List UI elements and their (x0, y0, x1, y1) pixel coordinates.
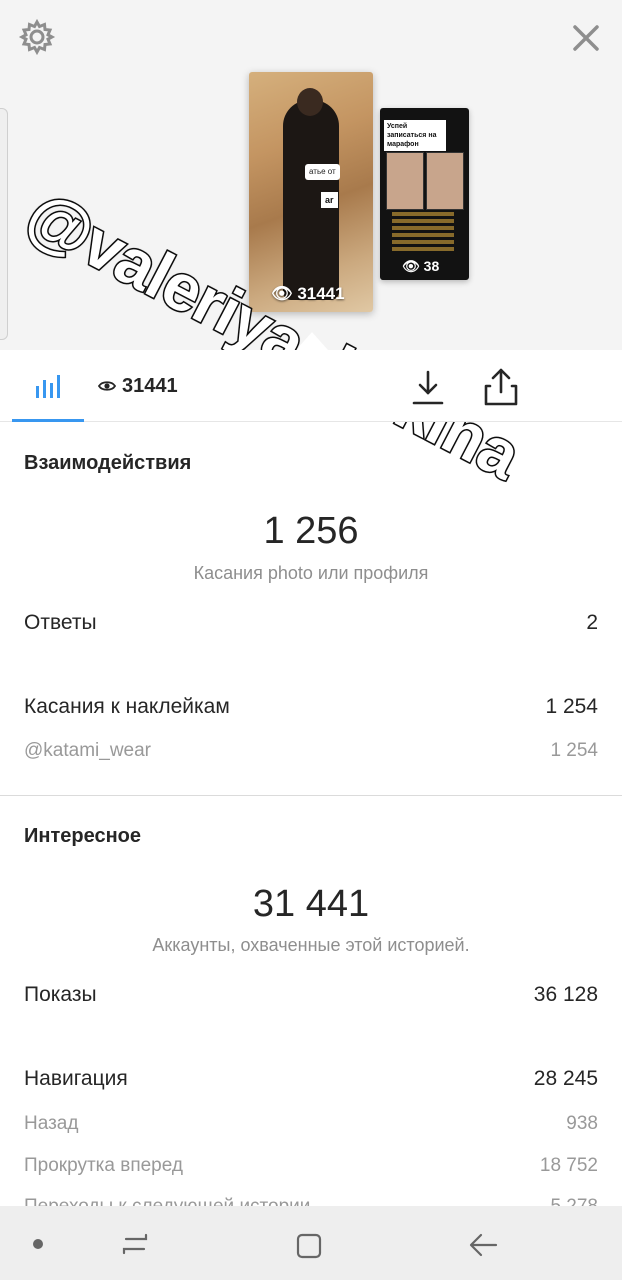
eye-icon (98, 381, 116, 391)
story-view-count: 👁 31441 (271, 284, 345, 303)
tab-insights[interactable] (12, 350, 84, 422)
back-button[interactable] (466, 1230, 502, 1260)
sticker-account-label: @katami_wear (24, 740, 151, 761)
back-value: 938 (566, 1113, 598, 1134)
sticker-account-value: 1 254 (550, 740, 598, 761)
next-story-title: Успей записаться на марафон (384, 120, 446, 151)
interactions-section-title: Взаимодействия (24, 452, 192, 474)
active-tab-indicator (12, 419, 84, 422)
discovery-big-caption: Аккаунты, охваченные этой историей. (152, 935, 470, 955)
gear-icon (18, 18, 56, 56)
back-label: Назад (24, 1113, 79, 1134)
selected-story-pointer (296, 332, 328, 350)
next-story-eye-icon: 👁 (402, 258, 424, 274)
replies-value: 2 (586, 611, 598, 634)
story-sticker: атье от (305, 164, 340, 180)
close-icon (573, 25, 599, 51)
settings-button[interactable] (18, 18, 56, 56)
current-story-thumbnail[interactable]: атье от ar 👁 31441 (249, 72, 373, 312)
system-navigation-bar (0, 1206, 622, 1280)
story-eye-icon: 👁 (271, 284, 298, 303)
viewers-count: 31441 (122, 374, 178, 397)
section-divider (0, 795, 622, 796)
sticker-taps-label: Касания к наклейкам (24, 695, 230, 718)
interactions-big-number: 1 256 (263, 510, 359, 552)
next-story-photo (426, 152, 464, 210)
share-button[interactable] (482, 366, 520, 408)
download-icon (412, 370, 444, 405)
bar-chart-icon (36, 375, 60, 398)
next-story-view-count: 👁 38 (402, 258, 440, 274)
impressions-label: Показы (24, 983, 97, 1006)
discovery-big-number: 31 441 (252, 883, 370, 925)
tab-viewers[interactable]: 31441 (98, 372, 178, 400)
forward-label: Прокрутка вперед (24, 1155, 183, 1176)
home-icon (296, 1233, 322, 1259)
navigation-label: Навигация (24, 1067, 128, 1090)
close-button[interactable] (566, 18, 606, 58)
impressions-value: 36 128 (533, 983, 598, 1006)
download-button[interactable] (410, 368, 446, 408)
next-story-text-lines (392, 212, 454, 252)
navigation-value: 28 245 (533, 1067, 598, 1090)
sticker-taps-value: 1 254 (545, 695, 598, 718)
recent-apps-button[interactable] (118, 1230, 152, 1258)
insights-tab-bar: 31441 (0, 350, 622, 422)
story-preview-area: атье от ar 👁 31441 Успей записаться на м… (0, 0, 622, 350)
story-person-head (297, 88, 323, 116)
back-arrow-icon (469, 1233, 498, 1257)
home-button[interactable] (293, 1230, 325, 1262)
next-story-photo (386, 152, 424, 210)
discovery-section-title: Интересное (24, 825, 141, 847)
previous-story-edge[interactable] (0, 108, 8, 340)
interactions-big-caption: Касания photo или профиля (193, 563, 429, 583)
next-story-thumbnail[interactable]: Успей записаться на марафон 👁 38 (380, 108, 469, 280)
share-icon (484, 368, 518, 406)
recent-apps-icon (122, 1233, 148, 1255)
nav-hide-dot[interactable] (33, 1239, 43, 1249)
replies-label: Ответы (24, 611, 97, 634)
forward-value: 18 752 (539, 1155, 598, 1176)
story-mention-sticker: ar (321, 192, 338, 208)
